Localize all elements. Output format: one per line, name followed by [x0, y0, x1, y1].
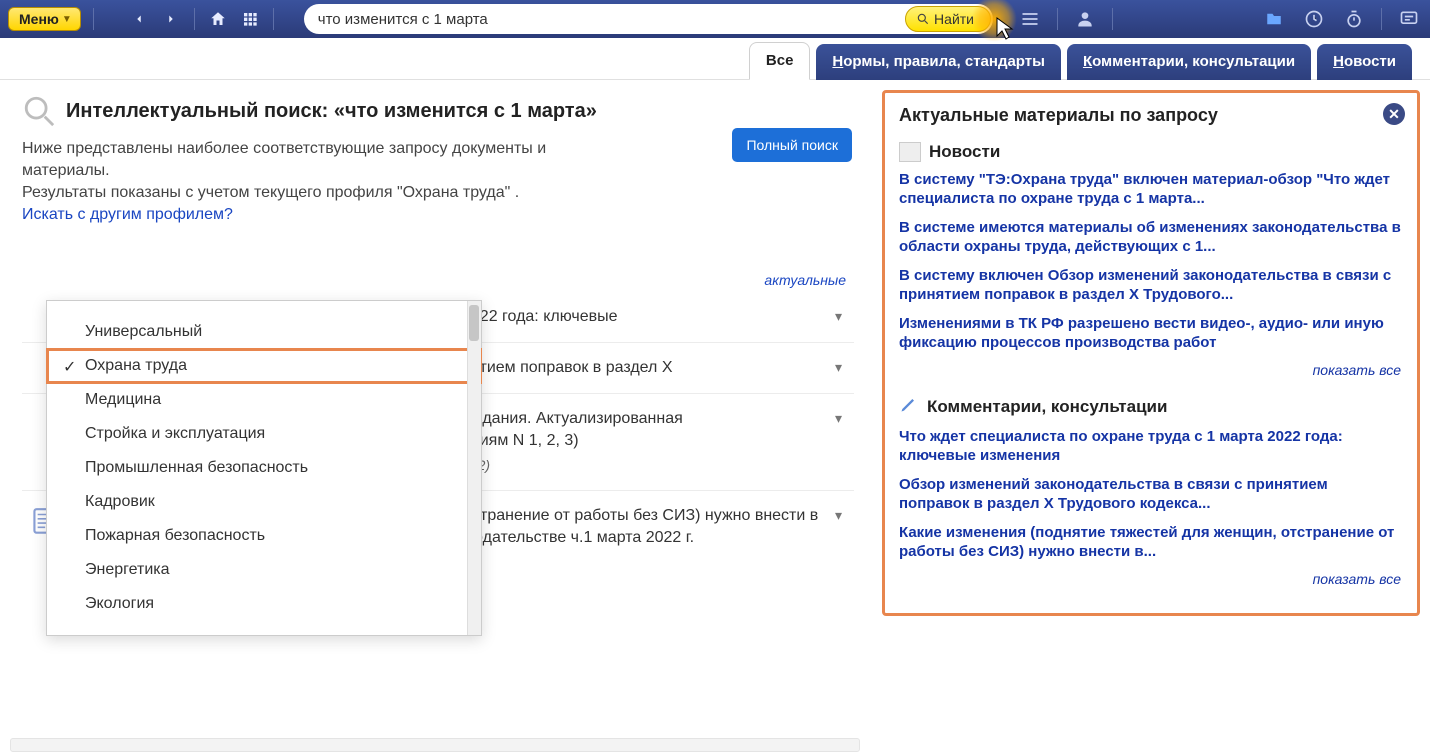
chat-icon[interactable]: [1396, 6, 1422, 32]
nav-cluster: [124, 6, 280, 32]
chevron-down-icon[interactable]: ▾: [835, 507, 842, 524]
newspaper-icon: [899, 142, 921, 162]
search-input[interactable]: [318, 11, 905, 28]
top-toolbar: Меню ▼ Найти: [0, 0, 1430, 38]
comment-link[interactable]: Что ждет специалиста по охране труда с 1…: [899, 427, 1401, 465]
profile-dropdown: Универсальный Охрана труда Медицина Стро…: [46, 300, 482, 636]
profile-option-universal[interactable]: Универсальный: [47, 315, 481, 349]
hamburger-menu-icon[interactable]: [1017, 6, 1043, 32]
close-panel-button[interactable]: ✕: [1383, 103, 1405, 125]
full-search-button[interactable]: Полный поиск: [732, 128, 852, 162]
horizontal-scrollbar[interactable]: [10, 738, 860, 752]
tab-news[interactable]: Новости: [1317, 44, 1412, 80]
toolbar-separator: [93, 8, 94, 30]
clock-icon[interactable]: [1301, 6, 1327, 32]
news-section-title: Новости: [929, 142, 1000, 162]
profile-option-ohrana-truda[interactable]: Охрана труда: [47, 349, 481, 383]
show-all-news-link[interactable]: показать все: [899, 362, 1401, 378]
nav-back-button[interactable]: [124, 6, 154, 32]
main-area: Интеллектуальный поиск: «что изменится с…: [0, 80, 1430, 756]
tab-comments[interactable]: Комментарии, консультации: [1067, 44, 1311, 80]
profile-option-ekologiya[interactable]: Экология: [47, 587, 481, 621]
tab-all[interactable]: Все: [749, 42, 811, 80]
toolbar-right-icons: [1017, 6, 1422, 32]
toolbar-separator: [1381, 8, 1382, 30]
panel-title: Актуальные материалы по запросу: [899, 105, 1401, 126]
comments-section: Комментарии, консультации Что ждет специ…: [899, 394, 1401, 587]
search-heading: Интеллектуальный поиск: «что изменится с…: [22, 94, 854, 128]
chevron-down-icon[interactable]: ▾: [835, 308, 842, 325]
relevant-materials-panel: Актуальные материалы по запросу ✕ Новост…: [882, 90, 1420, 616]
apps-grid-button[interactable]: [235, 6, 265, 32]
menu-label: Меню: [19, 11, 59, 27]
search-button[interactable]: Найти: [905, 6, 991, 32]
main-menu-button[interactable]: Меню ▼: [8, 7, 81, 31]
right-sidebar: Актуальные материалы по запросу ✕ Новост…: [870, 80, 1430, 756]
user-profile-icon[interactable]: [1072, 6, 1098, 32]
show-all-comments-link[interactable]: показать все: [899, 571, 1401, 587]
chevron-down-icon[interactable]: ▾: [835, 410, 842, 427]
chevron-down-icon[interactable]: ▾: [835, 359, 842, 376]
toolbar-separator: [194, 8, 195, 30]
profile-option-energetika[interactable]: Энергетика: [47, 553, 481, 587]
toolbar-separator: [1112, 8, 1113, 30]
comment-link[interactable]: Обзор изменений законодательства в связи…: [899, 475, 1401, 513]
search-description: Ниже представлены наиболее соответствующ…: [22, 138, 632, 226]
search-results-pane: Интеллектуальный поиск: «что изменится с…: [0, 80, 870, 756]
news-link[interactable]: В систему включен Обзор изменений законо…: [899, 266, 1401, 304]
dropdown-scrollbar[interactable]: [467, 301, 481, 635]
home-button[interactable]: [203, 6, 233, 32]
search-bar: Найти: [304, 4, 993, 34]
actual-filter-link[interactable]: актуальные: [22, 272, 846, 288]
news-section: Новости В систему "ТЭ:Охрана труда" вклю…: [899, 142, 1401, 378]
toolbar-separator: [1057, 8, 1058, 30]
nav-forward-button[interactable]: [156, 6, 186, 32]
pen-icon: [899, 394, 919, 419]
profile-option-stroyka[interactable]: Стройка и эксплуатация: [47, 417, 481, 451]
tab-norms[interactable]: Нормы, правила, стандарты: [816, 44, 1061, 80]
category-tabs: Все Нормы, правила, стандарты Комментари…: [0, 38, 1430, 80]
profile-option-kadrovik[interactable]: Кадровик: [47, 485, 481, 519]
profile-option-medicina[interactable]: Медицина: [47, 383, 481, 417]
comments-section-title: Комментарии, консультации: [927, 397, 1167, 417]
toolbar-separator: [273, 8, 274, 30]
change-profile-link[interactable]: Искать с другим профилем?: [22, 206, 233, 223]
magnifier-icon: [22, 94, 56, 128]
news-link[interactable]: Изменениями в ТК РФ разрешено вести виде…: [899, 314, 1401, 352]
news-link[interactable]: В системе имеются материалы об изменения…: [899, 218, 1401, 256]
comment-link[interactable]: Какие изменения (поднятие тяжестей для ж…: [899, 523, 1401, 561]
stopwatch-icon[interactable]: [1341, 6, 1367, 32]
profile-option-pozhar[interactable]: Пожарная безопасность: [47, 519, 481, 553]
caret-down-icon: ▼: [62, 14, 72, 25]
search-button-label: Найти: [934, 11, 974, 27]
news-link[interactable]: В систему "ТЭ:Охрана труда" включен мате…: [899, 170, 1401, 208]
search-heading-text: Интеллектуальный поиск: «что изменится с…: [66, 100, 597, 123]
folder-icon[interactable]: [1261, 6, 1287, 32]
profile-option-prom-bezopasnost[interactable]: Промышленная безопасность: [47, 451, 481, 485]
